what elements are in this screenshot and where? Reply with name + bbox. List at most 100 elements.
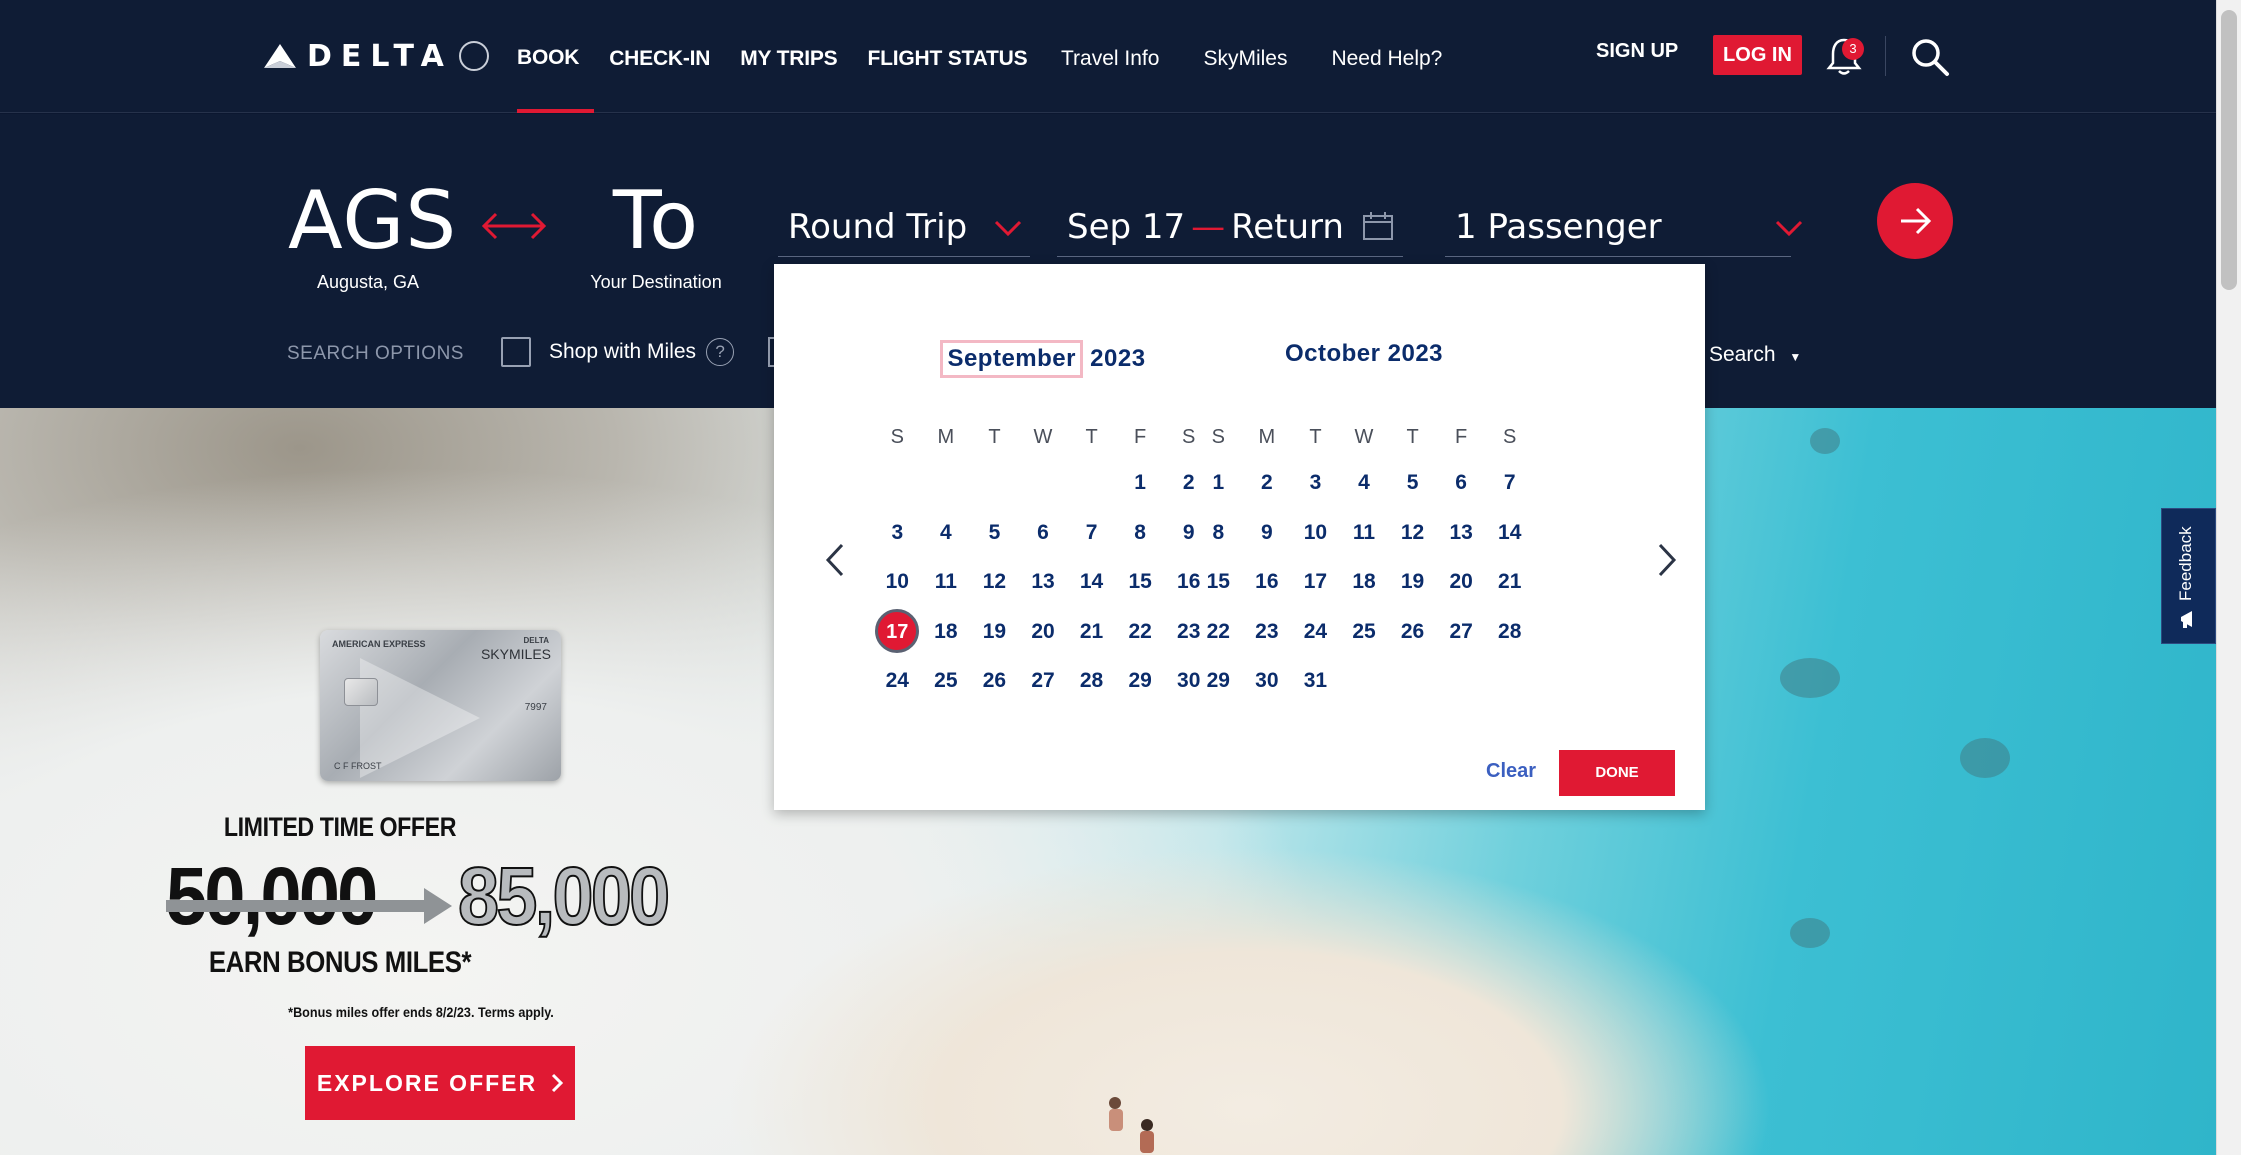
calendar-day[interactable]: 6	[1019, 508, 1068, 558]
calendar-day[interactable]: 14	[1485, 508, 1534, 558]
sign-up-link[interactable]: SIGN UP	[1596, 40, 1678, 63]
calendar-day[interactable]: 13	[1019, 557, 1068, 607]
search-options-label: SEARCH OPTIONS	[287, 343, 464, 364]
next-month-icon[interactable]	[1656, 542, 1678, 578]
weekday-label: S	[1503, 426, 1517, 448]
calendar-day[interactable]: 20	[1019, 607, 1068, 657]
calendar-day[interactable]: 4	[922, 508, 971, 558]
calendar-day[interactable]: 4	[1340, 458, 1389, 508]
calendar-day[interactable]: 13	[1437, 508, 1486, 558]
calendar-day[interactable]: 24	[873, 656, 922, 706]
help-icon[interactable]: ?	[706, 338, 735, 366]
card-issuer: AMERICAN EXPRESS	[332, 639, 426, 649]
calendar-day[interactable]: 29	[1116, 656, 1165, 706]
calendar-day[interactable]: 15	[1116, 557, 1165, 607]
calendar-day[interactable]: 6	[1437, 458, 1486, 508]
calendar-day[interactable]: 22	[1116, 607, 1165, 657]
calendar-day[interactable]: 12	[1388, 508, 1437, 558]
calendar-day[interactable]: 24	[1291, 607, 1340, 657]
trip-type-select[interactable]: Round Trip	[778, 199, 1030, 257]
nav-my-trips[interactable]: MY TRIPS	[725, 0, 852, 113]
date-picker-field[interactable]: Sep 17— Return	[1057, 199, 1403, 257]
calendar-day[interactable]: 16	[1243, 557, 1292, 607]
log-in-button[interactable]: LOG IN	[1713, 35, 1802, 75]
card-program: SKYMILES	[480, 646, 551, 662]
origin-code: AGS	[288, 174, 458, 267]
calendar-day[interactable]: 25	[922, 656, 971, 706]
passenger-select[interactable]: 1 Passenger	[1445, 199, 1803, 257]
explore-offer-button[interactable]: EXPLORE OFFER	[305, 1046, 575, 1120]
nav-skymiles[interactable]: SkyMiles	[1203, 0, 1287, 113]
calendar-day[interactable]: 7	[1067, 508, 1116, 558]
advanced-search-link[interactable]: Search ▼	[1709, 343, 1801, 367]
calendar-day[interactable]: 19	[1388, 557, 1437, 607]
submit-search-button[interactable]	[1877, 183, 1953, 259]
calendar-day[interactable]: 10	[1291, 508, 1340, 558]
calendar-day[interactable]: 3	[873, 508, 922, 558]
calendar-day[interactable]: 30	[1243, 656, 1292, 706]
calendar-day[interactable]: 1	[1116, 458, 1165, 508]
calendar-day[interactable]: 18	[1340, 557, 1389, 607]
month-name[interactable]: September	[940, 340, 1083, 378]
calendar-day[interactable]: 1	[1194, 458, 1243, 508]
arrow-right-icon	[1901, 207, 1932, 235]
calendar-day[interactable]: 8	[1194, 508, 1243, 558]
destination-airport[interactable]: To Your Destination	[590, 176, 722, 293]
calendar-day[interactable]: 12	[970, 557, 1019, 607]
calendar-day[interactable]: 29	[1194, 656, 1243, 706]
calendar-day[interactable]: 10	[873, 557, 922, 607]
nav-travel-info[interactable]: Travel Info	[1061, 0, 1159, 113]
calendar-day[interactable]: 15	[1194, 557, 1243, 607]
shop-with-miles-checkbox[interactable]	[501, 337, 531, 367]
calendar-day[interactable]: 21	[1485, 557, 1534, 607]
calendar-day[interactable]: 25	[1340, 607, 1389, 657]
search-icon[interactable]	[1910, 37, 1950, 77]
calendar-day[interactable]: 7	[1485, 458, 1534, 508]
calendar-day[interactable]: 20	[1437, 557, 1486, 607]
calendar-day[interactable]: 5	[970, 508, 1019, 558]
calendar-day[interactable]: 8	[1116, 508, 1165, 558]
calendar-day[interactable]: 2	[1243, 458, 1292, 508]
calendar-day[interactable]: 31	[1291, 656, 1340, 706]
calendar-day[interactable]: 3	[1291, 458, 1340, 508]
done-button[interactable]: DONE	[1559, 750, 1675, 796]
scrollbar-thumb[interactable]	[2221, 10, 2237, 290]
nav-book[interactable]: BOOK	[517, 0, 595, 113]
calendar-day[interactable]: 28	[1485, 607, 1534, 657]
calendar-day[interactable]: 22	[1194, 607, 1243, 657]
nav-need-help[interactable]: Need Help?	[1331, 0, 1442, 113]
calendar-day[interactable]: 26	[1388, 607, 1437, 657]
calendar-day[interactable]: 9	[1243, 508, 1292, 558]
calendar-day[interactable]: 11	[1340, 508, 1389, 558]
calendar-day[interactable]: 18	[922, 607, 971, 657]
shop-with-miles-option[interactable]: Shop with Miles ?	[501, 337, 735, 367]
previous-month-icon[interactable]	[824, 542, 846, 578]
origin-airport[interactable]: AGS Augusta, GA	[288, 174, 458, 293]
nav-check-in[interactable]: CHECK-IN	[594, 0, 725, 113]
nav-flight-status[interactable]: FLIGHT STATUS	[852, 0, 1042, 113]
calendar-day[interactable]: 27	[1437, 607, 1486, 657]
calendar-day[interactable]: 27	[1019, 656, 1068, 706]
calendar-day[interactable]: 26	[970, 656, 1019, 706]
clear-dates-button[interactable]: Clear	[1486, 760, 1536, 783]
calendar-day-selected[interactable]: 17	[873, 607, 922, 657]
calendar-day[interactable]: 23	[1243, 607, 1292, 657]
calendar-day[interactable]: 11	[922, 557, 971, 607]
calendar-day[interactable]: 14	[1067, 557, 1116, 607]
weekday-header: SMTWTFS	[1194, 426, 1534, 449]
chevron-down-icon	[1775, 220, 1803, 237]
delta-logo[interactable]: DELTA	[263, 38, 489, 74]
calendar-day[interactable]: 5	[1388, 458, 1437, 508]
destination-code: To	[612, 174, 700, 267]
page-scrollbar[interactable]	[2216, 0, 2241, 1155]
month-year: 2023	[1387, 340, 1444, 367]
month-name: October	[1284, 340, 1381, 367]
calendar-day[interactable]: 19	[970, 607, 1019, 657]
calendar-day[interactable]: 21	[1067, 607, 1116, 657]
swap-airports-icon[interactable]	[478, 202, 550, 250]
calendar-day[interactable]: 17	[1291, 557, 1340, 607]
calendar-day[interactable]: 28	[1067, 656, 1116, 706]
calendar-empty-cell	[1067, 458, 1116, 508]
return-date-value: Return	[1231, 207, 1344, 247]
feedback-tab[interactable]: Feedback	[2161, 508, 2216, 644]
